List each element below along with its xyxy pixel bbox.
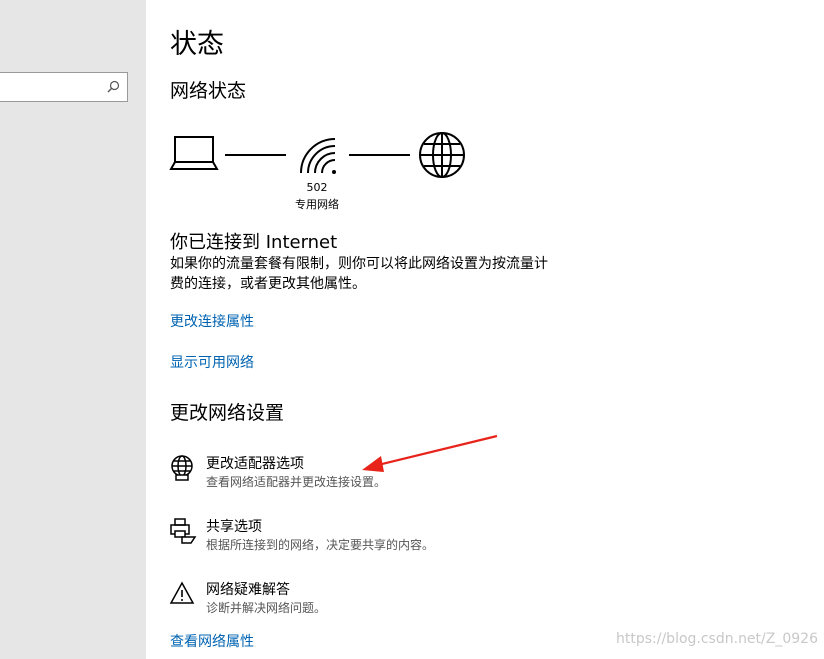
main-content: 状态 网络状态 502 专用网络 你已连接到 Internet 如果你的流量套餐… — [0, 0, 824, 659]
watermark: https://blog.csdn.net/Z_0926 — [616, 631, 818, 647]
